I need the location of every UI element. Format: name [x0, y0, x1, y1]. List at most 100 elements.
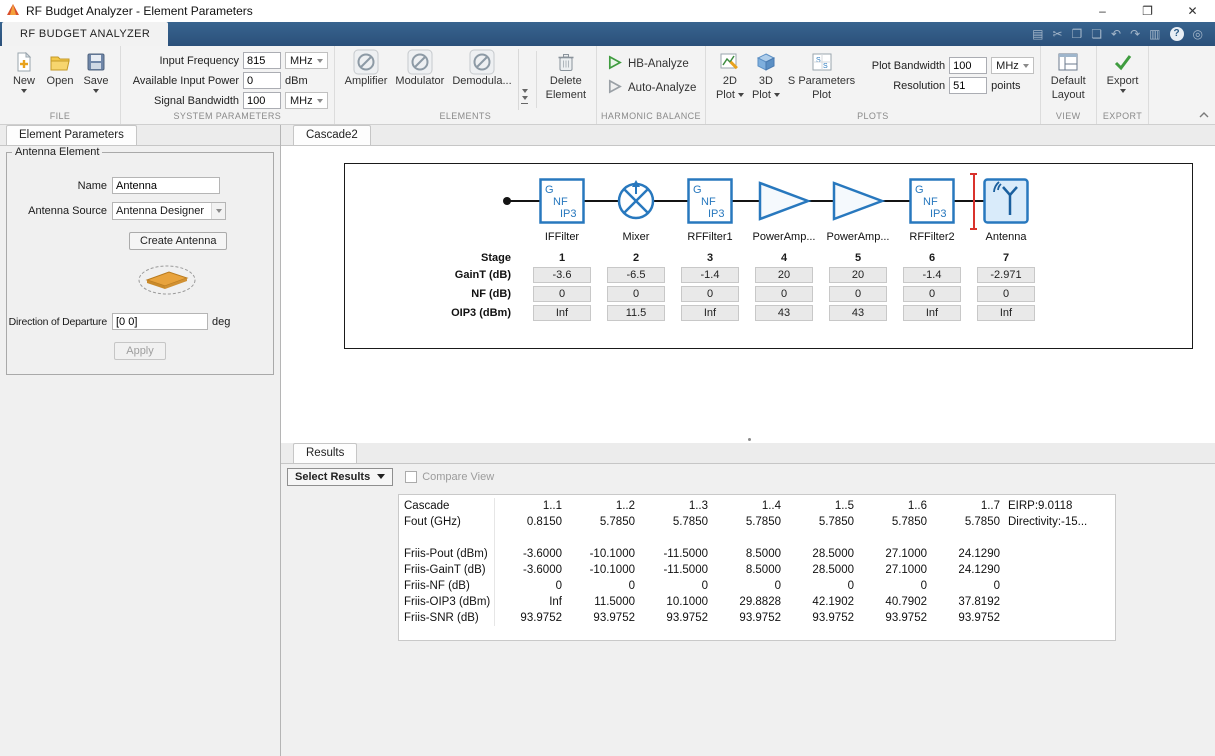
results-cell: 29.8828 — [714, 594, 787, 610]
s-parameters-plot-button[interactable]: SS S Parameters Plot — [784, 49, 859, 101]
minimize-button[interactable]: – — [1080, 0, 1125, 22]
print-icon[interactable]: ▥ — [1149, 27, 1160, 41]
results-cell: 5.7850 — [714, 514, 787, 530]
amplifier-icon[interactable] — [756, 178, 812, 224]
undo-icon[interactable]: ↶ — [1111, 27, 1121, 41]
results-cell: 93.9752 — [714, 610, 787, 626]
cascade-element[interactable]: GNFIP3IFFilter — [525, 178, 599, 243]
cascade-document: GNFIP3IFFilterMixerGNFIP3RFFilter1PowerA… — [281, 146, 1215, 443]
delete-element-label-2: Element — [546, 89, 586, 101]
hb-analyze-button[interactable]: HB-Analyze — [607, 55, 699, 73]
create-antenna-button[interactable]: Create Antenna — [129, 232, 227, 250]
resolution-field[interactable] — [949, 77, 987, 94]
results-cell: 1..2 — [568, 498, 641, 514]
filter-icon[interactable]: GNFIP3 — [909, 178, 955, 224]
filter-icon[interactable]: GNFIP3 — [687, 178, 733, 224]
signal-bandwidth-field[interactable] — [243, 92, 281, 109]
modulator-gallery-item[interactable]: Modulator — [391, 49, 448, 87]
results-extra-cell — [1006, 594, 1116, 610]
direction-of-departure-field[interactable] — [112, 313, 208, 330]
apply-button[interactable]: Apply — [114, 342, 166, 360]
cascade-element[interactable]: GNFIP3RFFilter1 — [673, 178, 747, 243]
section-harmonic-balance: HB-Analyze Auto-Analyze HARMONIC BALANCE — [597, 46, 706, 124]
compare-view-checkbox[interactable] — [405, 471, 417, 483]
copy-icon[interactable]: ❐ — [1072, 27, 1083, 41]
demodulator-gallery-item[interactable]: Demodula... — [448, 49, 515, 87]
stage-cell: 0 — [681, 286, 739, 302]
tab-rf-budget-analyzer[interactable]: RF BUDGET ANALYZER — [2, 22, 168, 46]
results-row-label: Cascade — [399, 498, 495, 514]
tab-element-parameters[interactable]: Element Parameters — [6, 125, 137, 145]
cascade-element[interactable]: GNFIP3RFFilter2 — [895, 178, 969, 243]
plot-2d-icon — [720, 51, 740, 73]
antenna-source-select[interactable]: Antenna Designer — [112, 202, 226, 220]
svg-text:NF: NF — [923, 196, 938, 208]
resolution-unit: points — [991, 80, 1020, 92]
delete-element-button[interactable]: Delete Element — [542, 49, 590, 101]
results-extra-cell — [1006, 562, 1116, 578]
results-row-label: Friis-NF (dB) — [399, 578, 495, 594]
cascade-element[interactable]: PowerAmp... — [821, 178, 895, 243]
cascade-element[interactable]: PowerAmp... — [747, 178, 821, 243]
name-field[interactable] — [112, 177, 220, 194]
close-button[interactable]: ✕ — [1170, 0, 1215, 22]
tab-cascade2[interactable]: Cascade2 — [293, 125, 371, 145]
default-layout-label-1: Default — [1051, 75, 1086, 87]
community-icon[interactable]: ◎ — [1193, 27, 1203, 41]
plot-bandwidth-unit-select[interactable]: MHz — [991, 57, 1034, 74]
collapse-toolstrip-button[interactable] — [1199, 107, 1209, 121]
filter-icon[interactable]: GNFIP3 — [539, 178, 585, 224]
results-table: Cascade1..11..21..31..41..51..61..7EIRP:… — [398, 494, 1116, 641]
save-button[interactable]: Save — [78, 49, 114, 93]
direction-unit-label: deg — [212, 316, 230, 328]
export-button[interactable]: Export — [1103, 49, 1143, 93]
svg-text:G: G — [693, 184, 702, 196]
rf-budget-analyzer-window: RF Budget Analyzer - Element Parameters … — [0, 0, 1215, 756]
results-row-label — [399, 530, 495, 546]
cascade-element[interactable]: Mixer — [599, 178, 673, 243]
restore-button[interactable]: ❐ — [1125, 0, 1170, 22]
stage-cell: Inf — [903, 305, 961, 321]
results-cell: 5.7850 — [933, 514, 1006, 530]
paste-icon[interactable]: ❏ — [1091, 27, 1102, 41]
plot-bandwidth-field[interactable] — [949, 57, 987, 74]
results-cell: -11.5000 — [641, 546, 714, 562]
results-cell: -3.6000 — [495, 546, 568, 562]
tab-results[interactable]: Results — [293, 443, 357, 463]
new-dropdown-caret — [21, 89, 27, 93]
redo-icon[interactable]: ↷ — [1130, 27, 1140, 41]
save-icon[interactable]: ▤ — [1032, 27, 1043, 41]
auto-analyze-button[interactable]: Auto-Analyze — [607, 79, 699, 97]
new-button[interactable]: New — [6, 49, 42, 93]
amplifier-gallery-item[interactable]: Amplifier — [341, 49, 392, 87]
signal-bandwidth-label: Signal Bandwidth — [127, 95, 239, 107]
default-layout-button[interactable]: Default Layout — [1047, 49, 1090, 101]
available-input-power-field[interactable] — [243, 72, 281, 89]
help-icon[interactable]: ? — [1170, 27, 1184, 41]
quick-access-toolbar: ▤ ✂ ❐ ❏ ↶ ↷ ▥? ◎ — [1032, 22, 1215, 46]
section-label-export: EXPORT — [1097, 110, 1149, 124]
input-frequency-unit-select[interactable]: MHz — [285, 52, 328, 69]
open-button[interactable]: Open — [42, 49, 78, 87]
plot-3d-button[interactable]: 3D Plot — [748, 49, 784, 101]
stage-cell: 43 — [829, 305, 887, 321]
input-frequency-field[interactable] — [243, 52, 281, 69]
splitter-handle[interactable] — [748, 438, 751, 441]
cut-icon[interactable]: ✂ — [1052, 27, 1062, 41]
cascade-element[interactable]: Antenna — [969, 178, 1043, 243]
mixer-icon[interactable] — [613, 178, 659, 224]
selected-element-marker — [970, 173, 977, 230]
amplifier-icon[interactable] — [830, 178, 886, 224]
elements-gallery-expand[interactable] — [518, 49, 531, 110]
select-results-button[interactable]: Select Results — [287, 468, 393, 486]
results-cell: 8.5000 — [714, 562, 787, 578]
signal-bandwidth-unit-select[interactable]: MHz — [285, 92, 328, 109]
svg-text:S: S — [816, 57, 821, 64]
stage-cell: -1.4 — [903, 267, 961, 283]
plot-2d-button[interactable]: 2D Plot — [712, 49, 748, 101]
results-cell — [495, 530, 568, 546]
cascade-chain: GNFIP3IFFilterMixerGNFIP3RFFilter1PowerA… — [385, 178, 1192, 243]
antenna-icon[interactable] — [983, 178, 1029, 224]
available-input-power-label: Available Input Power — [127, 75, 239, 87]
results-cell: 27.1000 — [860, 562, 933, 578]
